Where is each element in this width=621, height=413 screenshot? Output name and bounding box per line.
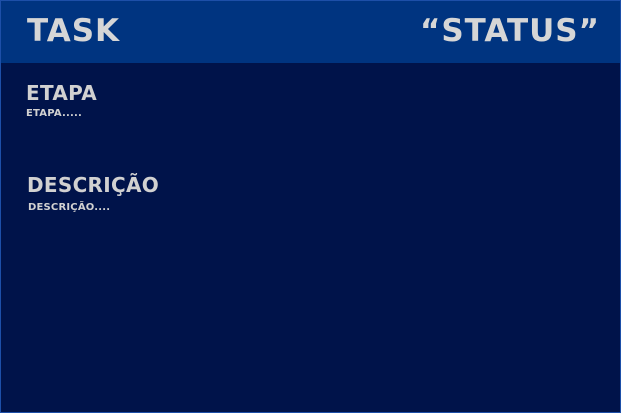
task-header: TASK “STATUS”	[1, 1, 620, 63]
descricao-label: DESCRIÇÃO	[27, 173, 160, 197]
etapa-value: ETAPA.....	[26, 108, 82, 119]
descricao-value: DESCRIÇÃO....	[28, 202, 111, 213]
task-card: TASK “STATUS” ETAPA ETAPA..... DESCRIÇÃO…	[0, 0, 621, 413]
etapa-label: ETAPA	[26, 81, 98, 105]
task-title: TASK	[27, 13, 121, 49]
status-title: “STATUS”	[419, 13, 600, 49]
